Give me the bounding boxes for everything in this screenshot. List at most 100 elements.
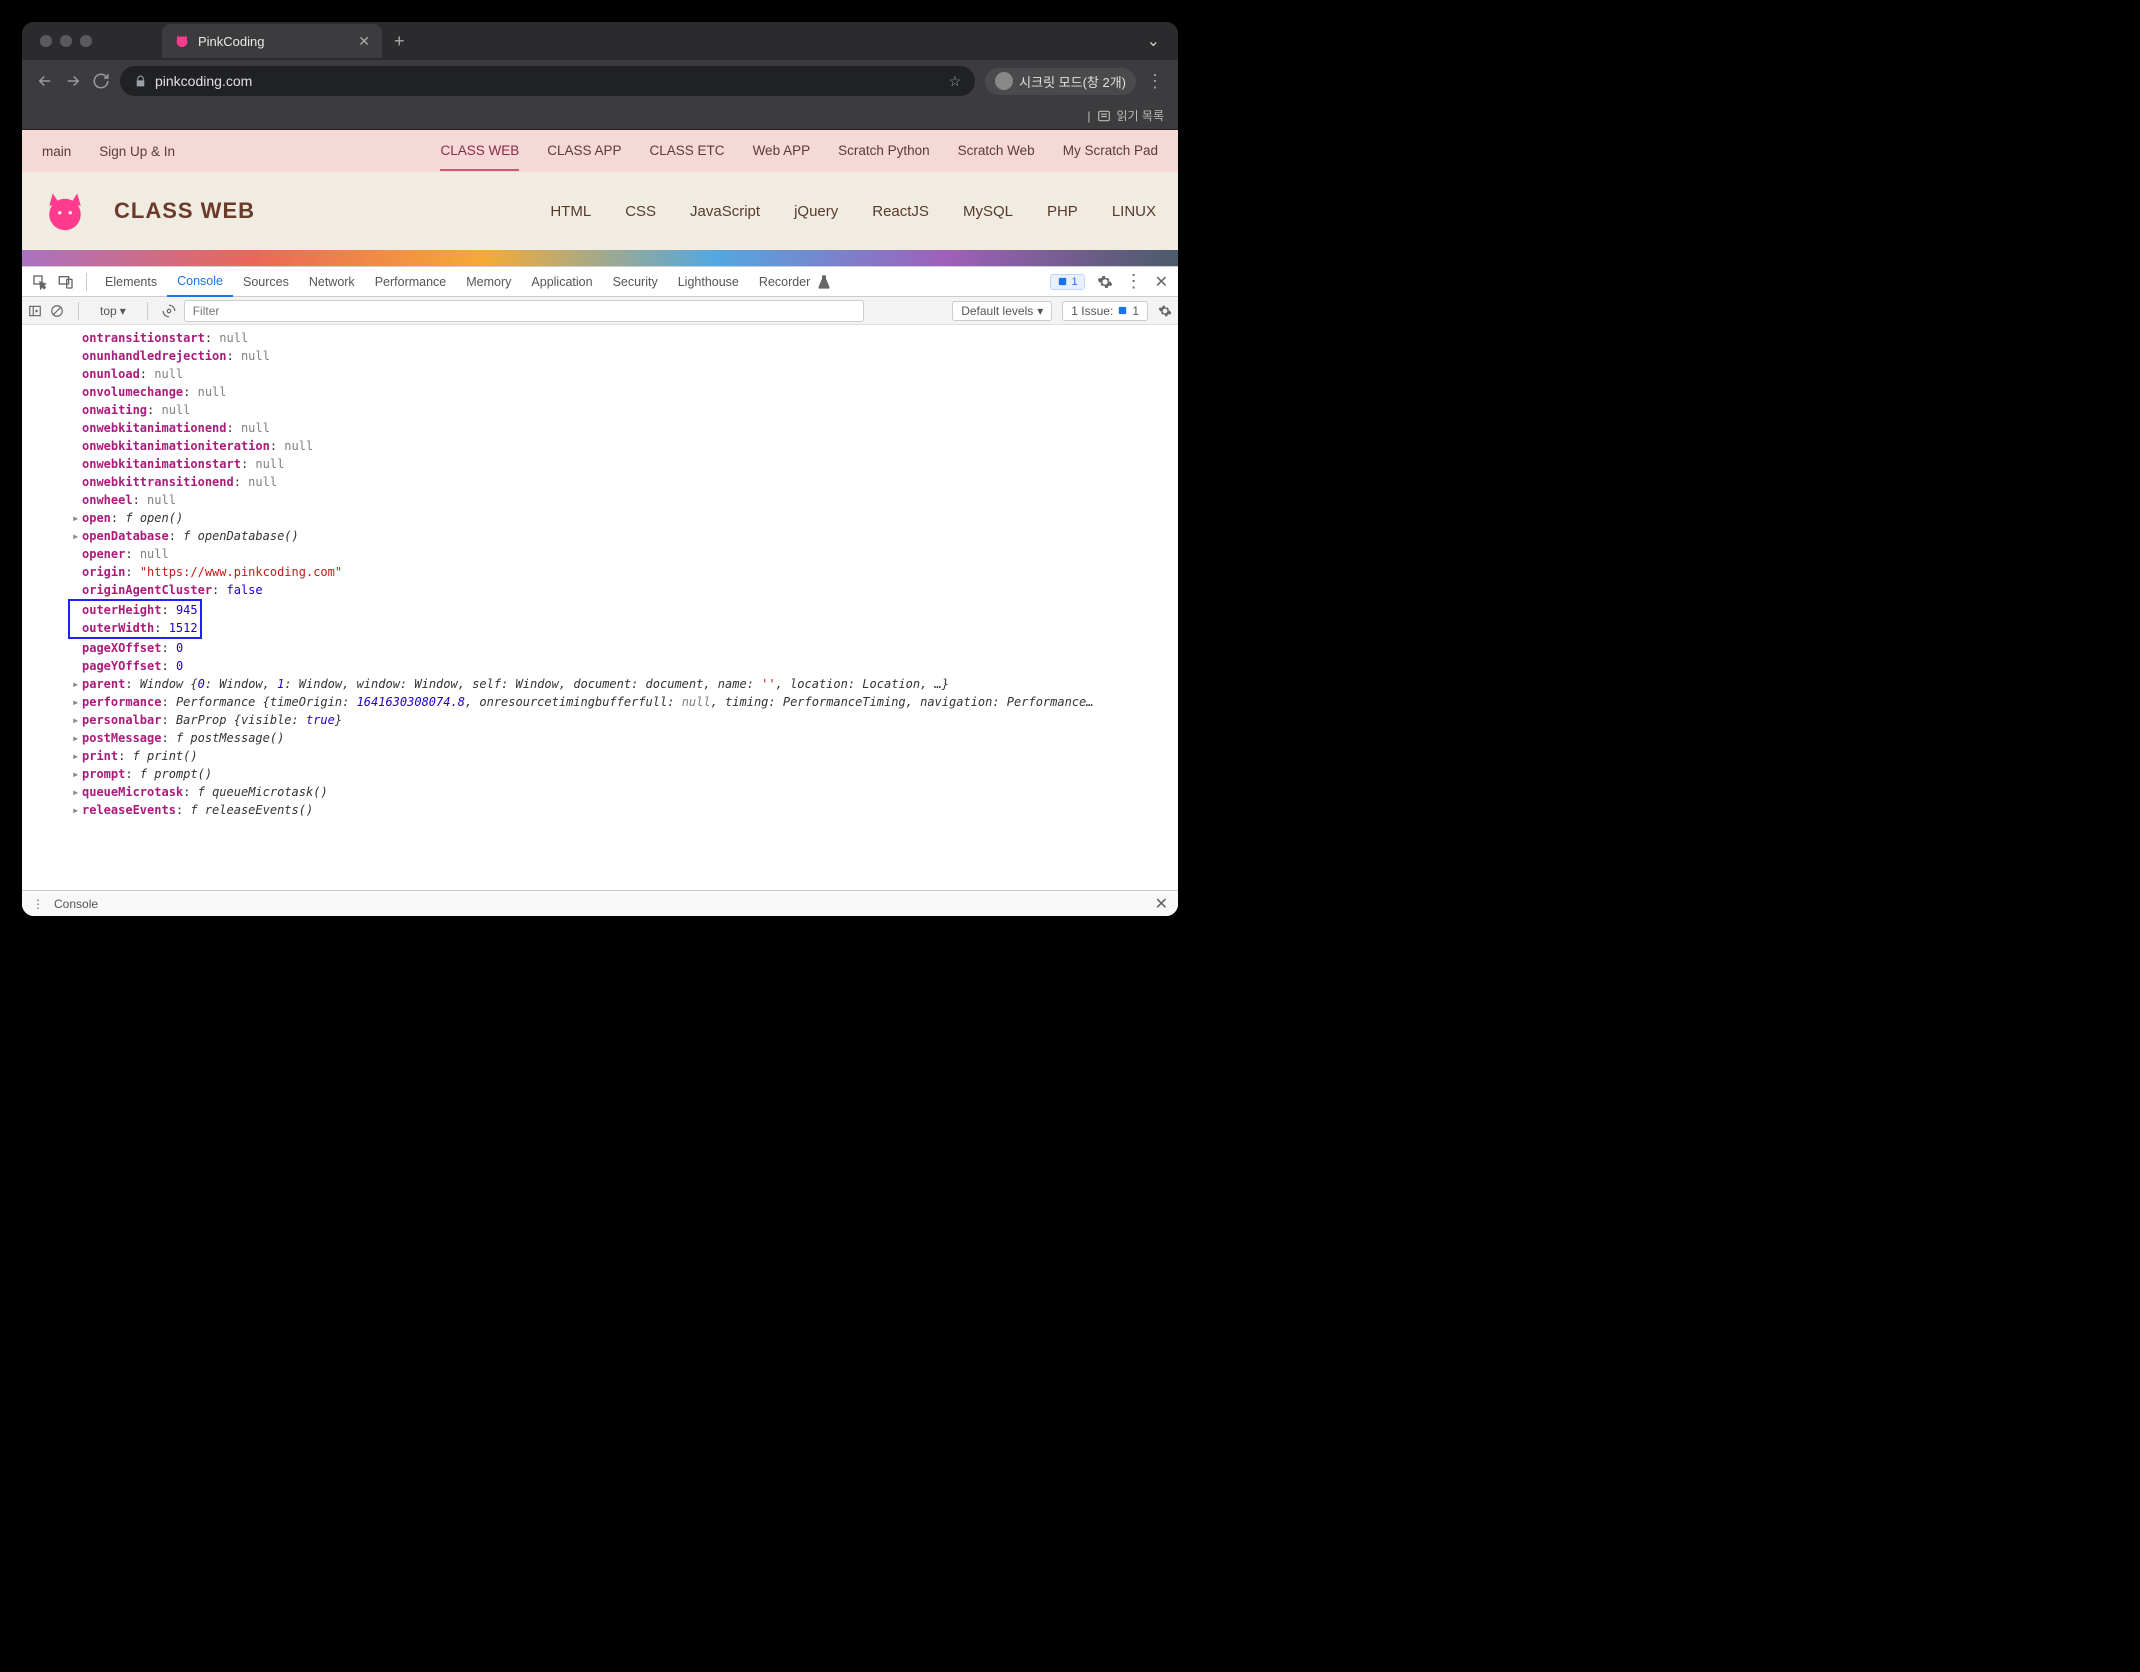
- subnav-item[interactable]: MySQL: [963, 203, 1013, 220]
- devtools-tab[interactable]: Elements: [95, 267, 167, 297]
- devtools-tab[interactable]: Console: [167, 267, 233, 297]
- page-content: main Sign Up & In CLASS WEB CLASS APP CLASS…: [22, 130, 1178, 916]
- incognito-badge[interactable]: 시크릿 모드(창 2개): [985, 68, 1136, 95]
- back-button[interactable]: [36, 72, 54, 90]
- console-line[interactable]: ▸postMessage: f postMessage(): [72, 729, 1178, 747]
- tab-close-icon[interactable]: ✕: [358, 33, 370, 50]
- tab-title: PinkCoding: [198, 34, 265, 49]
- console-levels-dropdown[interactable]: Default levels ▾: [952, 301, 1052, 321]
- browser-menu-button[interactable]: ⋮: [1146, 71, 1164, 92]
- topnav-item[interactable]: My Scratch Pad: [1063, 132, 1158, 171]
- devtools-panel: ElementsConsoleSourcesNetworkPerformance…: [22, 266, 1178, 916]
- console-output[interactable]: ontransitionstart: null onunhandledrejec…: [22, 325, 1178, 890]
- topnav-item[interactable]: Web APP: [753, 132, 811, 171]
- inspect-element-icon[interactable]: [32, 274, 48, 290]
- recorder-flask-icon: [816, 274, 832, 290]
- console-line[interactable]: ▸personalbar: BarProp {visible: true}: [72, 711, 1178, 729]
- console-line[interactable]: originAgentCluster: false: [72, 581, 1178, 599]
- console-line[interactable]: opener: null: [72, 545, 1178, 563]
- issue-count: 1: [1132, 304, 1139, 318]
- console-line[interactable]: onwaiting: null: [72, 401, 1178, 419]
- console-line[interactable]: onwebkitanimationstart: null: [72, 455, 1178, 473]
- console-context-label: top: [100, 304, 117, 318]
- subnav-item[interactable]: HTML: [550, 203, 591, 220]
- console-line[interactable]: outerHeight: 945: [72, 601, 198, 619]
- subnav-item[interactable]: PHP: [1047, 203, 1078, 220]
- topnav-item[interactable]: CLASS WEB: [440, 132, 519, 171]
- devtools-close-icon[interactable]: ✕: [1151, 272, 1172, 292]
- console-line[interactable]: ▸performance: Performance {timeOrigin: 1…: [72, 693, 1178, 711]
- console-issue-badge[interactable]: 1 Issue: 1: [1062, 301, 1148, 321]
- devtools-issues-badge[interactable]: 1: [1050, 274, 1084, 290]
- subnav-item[interactable]: jQuery: [794, 203, 838, 220]
- drawer-kebab-icon[interactable]: ⋮: [32, 897, 44, 911]
- new-tab-button[interactable]: +: [394, 31, 405, 52]
- close-window-button[interactable]: [40, 35, 52, 47]
- subnav-item[interactable]: ReactJS: [872, 203, 929, 220]
- drawer-label[interactable]: Console: [54, 897, 98, 911]
- live-expression-icon[interactable]: [162, 304, 176, 318]
- topnav-item[interactable]: Sign Up & In: [99, 133, 175, 170]
- console-line[interactable]: ontransitionstart: null: [72, 329, 1178, 347]
- console-line[interactable]: onvolumechange: null: [72, 383, 1178, 401]
- console-sidebar-toggle-icon[interactable]: [28, 304, 42, 318]
- devtools-tab[interactable]: Application: [521, 267, 602, 297]
- reload-button[interactable]: [92, 72, 110, 90]
- devtools-tab[interactable]: Recorder: [749, 267, 820, 297]
- reading-list-label[interactable]: 읽기 목록: [1117, 107, 1165, 124]
- devtools-tab[interactable]: Sources: [233, 267, 299, 297]
- console-line[interactable]: ▸print: f print(): [72, 747, 1178, 765]
- highlight-annotation: outerHeight: 945 outerWidth: 1512: [68, 599, 202, 639]
- console-filter-input[interactable]: [184, 300, 864, 322]
- maximize-window-button[interactable]: [80, 35, 92, 47]
- topnav-item[interactable]: Scratch Web: [958, 132, 1035, 171]
- devtools-tab[interactable]: Security: [603, 267, 668, 297]
- console-line[interactable]: ▸queueMicrotask: f queueMicrotask(): [72, 783, 1178, 801]
- console-line[interactable]: pageXOffset: 0: [72, 639, 1178, 657]
- topnav-item[interactable]: Scratch Python: [838, 132, 930, 171]
- subnav-item[interactable]: JavaScript: [690, 203, 760, 220]
- topnav-item[interactable]: main: [42, 133, 71, 170]
- console-line[interactable]: onwheel: null: [72, 491, 1178, 509]
- console-line[interactable]: ▸openDatabase: f openDatabase(): [72, 527, 1178, 545]
- device-toolbar-icon[interactable]: [58, 274, 74, 290]
- levels-label: Default levels: [961, 304, 1033, 318]
- console-line[interactable]: onunhandledrejection: null: [72, 347, 1178, 365]
- devtools-tab[interactable]: Network: [299, 267, 365, 297]
- subnav-item[interactable]: CSS: [625, 203, 656, 220]
- console-clear-icon[interactable]: [50, 304, 64, 318]
- address-input[interactable]: pinkcoding.com ☆: [120, 66, 975, 96]
- badge-count: 1: [1071, 276, 1077, 288]
- bookmark-star-icon[interactable]: ☆: [949, 73, 962, 90]
- drawer-close-icon[interactable]: ✕: [1155, 894, 1168, 914]
- topnav-item[interactable]: CLASS APP: [547, 132, 621, 171]
- console-line[interactable]: ▸releaseEvents: f releaseEvents(): [72, 801, 1178, 819]
- console-line[interactable]: onwebkittransitionend: null: [72, 473, 1178, 491]
- topnav-item[interactable]: CLASS ETC: [650, 132, 725, 171]
- devtools-tab[interactable]: Memory: [456, 267, 521, 297]
- forward-button[interactable]: [64, 72, 82, 90]
- devtools-tab[interactable]: Performance: [365, 267, 457, 297]
- devtools-kebab-icon[interactable]: ⋮: [1125, 271, 1143, 292]
- tabstrip-chevron-icon[interactable]: ⌄: [1147, 31, 1160, 51]
- console-line[interactable]: ▸parent: Window {0: Window, 1: Window, w…: [72, 675, 1178, 693]
- console-line[interactable]: ▸open: f open(): [72, 509, 1178, 527]
- devtools-settings-icon[interactable]: [1097, 274, 1113, 290]
- tab-favicon-icon: [174, 33, 190, 49]
- console-line[interactable]: onunload: null: [72, 365, 1178, 383]
- console-line[interactable]: onwebkitanimationiteration: null: [72, 437, 1178, 455]
- issue-icon: [1117, 305, 1128, 316]
- browser-tab[interactable]: PinkCoding ✕: [162, 24, 382, 58]
- console-line[interactable]: origin: "https://www.pinkcoding.com": [72, 563, 1178, 581]
- issue-label: 1 Issue:: [1071, 304, 1113, 318]
- minimize-window-button[interactable]: [60, 35, 72, 47]
- subnav-item[interactable]: LINUX: [1112, 203, 1156, 220]
- devtools-tab[interactable]: Lighthouse: [668, 267, 749, 297]
- console-context-dropdown[interactable]: top ▾: [93, 301, 133, 321]
- logo-cat-icon: [44, 190, 86, 232]
- console-line[interactable]: outerWidth: 1512: [72, 619, 198, 637]
- console-line[interactable]: onwebkitanimationend: null: [72, 419, 1178, 437]
- console-line[interactable]: pageYOffset: 0: [72, 657, 1178, 675]
- console-line[interactable]: ▸prompt: f prompt(): [72, 765, 1178, 783]
- console-settings-icon[interactable]: [1158, 304, 1172, 318]
